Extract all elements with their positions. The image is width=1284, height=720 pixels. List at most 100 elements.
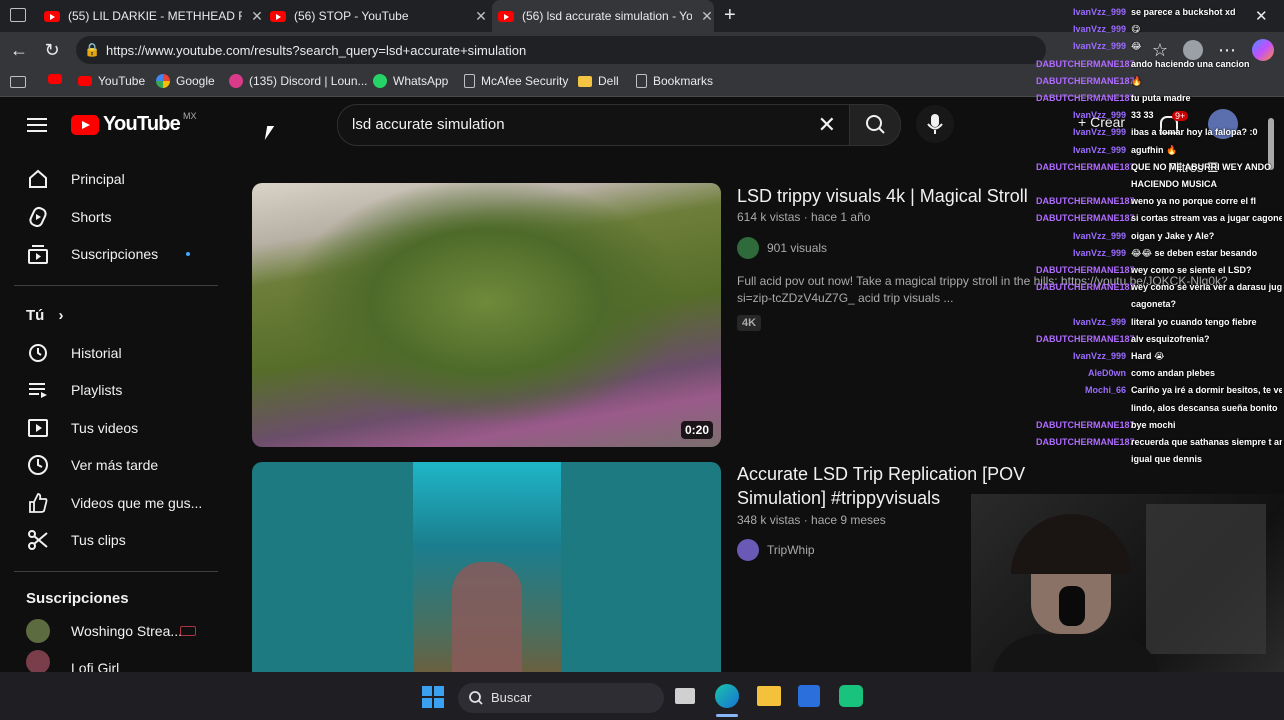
discord-icon — [229, 74, 243, 88]
page-icon — [464, 74, 475, 88]
windows-start-icon[interactable] — [422, 686, 444, 708]
bookmark-bookmarks[interactable]: Bookmarks — [636, 74, 713, 88]
history-icon — [26, 341, 50, 365]
sidebar-item-ver-mas-tarde[interactable]: Ver más tarde — [12, 446, 217, 483]
chat-message: Mochi_66 Cariño ya iré a dormir besitos, … — [1036, 382, 1282, 399]
bookmark-whatsapp[interactable]: WhatsApp — [373, 74, 448, 88]
task-view-icon[interactable] — [675, 688, 695, 704]
site-info-icon[interactable]: 🔒 — [84, 42, 106, 58]
chat-text: 😂 — [1131, 41, 1142, 52]
chat-message: IvanVzz_999 Hard 😭 — [1036, 348, 1282, 365]
new-tab-button[interactable]: + — [724, 4, 736, 27]
close-tab-icon[interactable]: ✕ — [250, 8, 264, 25]
clear-search-icon[interactable]: ✕ — [818, 112, 836, 138]
chat-text: se parece a buckshot xd — [1131, 7, 1236, 17]
app-icon[interactable] — [839, 685, 863, 707]
chat-message: DABUTCHERMANE187alv esquizofrenia? — [1036, 331, 1282, 348]
chat-message: DABUTCHERMANE187🔥 — [1036, 73, 1282, 90]
sidebar-item-tus-clips[interactable]: Tus clips — [12, 521, 217, 558]
chat-username: IvanVzz_999 — [1072, 110, 1126, 121]
chat-message: DABUTCHERMANE187weno ya no porque corre … — [1036, 193, 1282, 210]
video-meta: 348 k vistas · hace 9 meses — [737, 513, 886, 527]
chat-username: IvanVzz_999 — [1072, 351, 1126, 362]
video-title[interactable]: LSD trippy visuals 4k | Magical Stroll — [737, 184, 1028, 208]
chevron-right-icon: › — [58, 307, 64, 324]
quality-badge: 4K — [737, 315, 762, 331]
bookmark-google[interactable]: Google — [156, 74, 215, 88]
chat-text: oigan y Jake y Ale? — [1131, 230, 1215, 241]
chat-text: ibas a tomar hoy la falopa? :0 — [1131, 127, 1258, 138]
chat-text: igual que dennis — [1131, 454, 1203, 465]
chat-message: IvanVzz_999 33 33 — [1036, 107, 1282, 124]
channel-avatar — [26, 618, 50, 643]
edge-icon[interactable] — [715, 684, 739, 708]
chat-message: igual que dennis — [1036, 451, 1282, 468]
wall-posters — [1146, 504, 1266, 654]
taskbar-search[interactable]: Buscar — [458, 683, 664, 713]
chat-text: tu puta madre — [1131, 93, 1191, 104]
sidebar-subscription-item[interactable]: Lofi Girl — [12, 650, 217, 672]
menu-icon[interactable] — [27, 114, 47, 136]
sidebar-item-tus-videos[interactable]: Tus videos — [12, 409, 217, 446]
chat-username: IvanVzz_999 — [1072, 24, 1126, 35]
video-thumbnail[interactable]: 0:20 — [252, 183, 721, 447]
chat-username: IvanVzz_999 — [1072, 230, 1126, 241]
file-explorer-icon[interactable] — [757, 686, 781, 706]
youtube-logo[interactable]: YouTube MX — [71, 111, 196, 136]
channel-link[interactable]: 901 visuals — [737, 237, 827, 259]
hand-figure — [452, 562, 522, 672]
search-button[interactable] — [849, 104, 901, 146]
chat-username: IvanVzz_999 — [1072, 7, 1126, 17]
watch-later-icon — [26, 453, 50, 477]
video-thumbnail[interactable] — [252, 462, 721, 672]
voice-search-button[interactable] — [916, 105, 954, 143]
chat-message: IvanVzz_999 agufhin 🔥 — [1036, 142, 1282, 159]
bookmark-youtube[interactable]: YouTube — [78, 74, 145, 88]
store-icon[interactable] — [798, 685, 820, 707]
bookmark-mcafee[interactable]: McAfee Security — [464, 74, 568, 88]
browser-tab-3-active[interactable]: (56) lsd accurate simulation - You ✕ — [492, 0, 714, 32]
bookmark-dell[interactable]: Dell — [578, 74, 619, 88]
chat-username: DABUTCHERMANE187 — [1036, 333, 1135, 344]
chat-username: DABUTCHERMANE187 — [1036, 75, 1135, 86]
browser-tab-2[interactable]: (56) STOP - YouTube ✕ — [270, 2, 488, 30]
chat-message: DABUTCHERMANE187wey como se veria ver a … — [1036, 279, 1282, 296]
chat-text: como andan plebes — [1131, 368, 1216, 379]
chat-text: ando haciendo una cancion — [1131, 58, 1250, 69]
bookmark-discord[interactable]: (135) Discord | Loun... — [229, 74, 368, 88]
sidebar-item-liked-videos[interactable]: Videos que me gus... — [12, 484, 217, 521]
channel-link[interactable]: TripWhip — [737, 539, 815, 561]
sidebar-item-historial[interactable]: Historial — [12, 334, 217, 371]
sidebar-item-suscripciones[interactable]: Suscripciones — [12, 235, 217, 272]
home-icon — [26, 167, 50, 191]
chat-username: DABUTCHERMANE187 — [1036, 419, 1135, 430]
browser-tab-1[interactable]: (55) LIL DARKIE - METHHEAD FRE ✕ — [44, 2, 264, 30]
sidebar-divider — [14, 285, 218, 286]
sidebar-subscription-item[interactable]: Woshingo Strea... — [12, 612, 217, 649]
chat-text: 33 33 — [1131, 110, 1154, 121]
chat-message: DABUTCHERMANE187QUE NO ME ABURRI WEY AND… — [1036, 159, 1282, 176]
chat-text: weno ya no porque corre el fl — [1131, 196, 1257, 207]
back-arrow-icon[interactable]: ← — [8, 40, 30, 61]
chat-message: DABUTCHERMANE187bye mochi — [1036, 417, 1282, 434]
tab-actions-icon[interactable] — [10, 8, 26, 22]
sidebar-you-heading[interactable]: Tú › — [26, 307, 64, 324]
bookmark-youtube-only[interactable] — [48, 74, 68, 84]
chat-message: IvanVzz_999 😋 — [1036, 21, 1282, 38]
chat-message: IvanVzz_999 😂😂 se deben estar besando — [1036, 245, 1282, 262]
close-tab-icon[interactable]: ✕ — [474, 8, 488, 25]
close-tab-icon[interactable]: ✕ — [700, 8, 714, 25]
sidebar-item-playlists[interactable]: Playlists — [12, 371, 217, 408]
chat-message: DABUTCHERMANE187wey como se siente el LS… — [1036, 262, 1282, 279]
search-input[interactable]: lsd accurate simulation ✕ — [337, 104, 851, 146]
reload-icon[interactable]: ↻ — [41, 40, 63, 61]
chat-message: IvanVzz_999 se parece a buckshot xd — [1036, 4, 1282, 21]
url-bar[interactable]: 🔒 https://www.youtube.com/results?search… — [76, 36, 1046, 64]
chat-username: DABUTCHERMANE187 — [1036, 196, 1135, 207]
sidebar-item-shorts[interactable]: Shorts — [12, 198, 217, 235]
sidebar-item-principal[interactable]: Principal — [12, 160, 217, 197]
video-meta: 614 k vistas · hace 1 año — [737, 210, 871, 224]
google-icon — [156, 74, 170, 88]
apps-icon[interactable] — [10, 76, 26, 88]
chat-username: IvanVzz_999 — [1072, 127, 1126, 138]
